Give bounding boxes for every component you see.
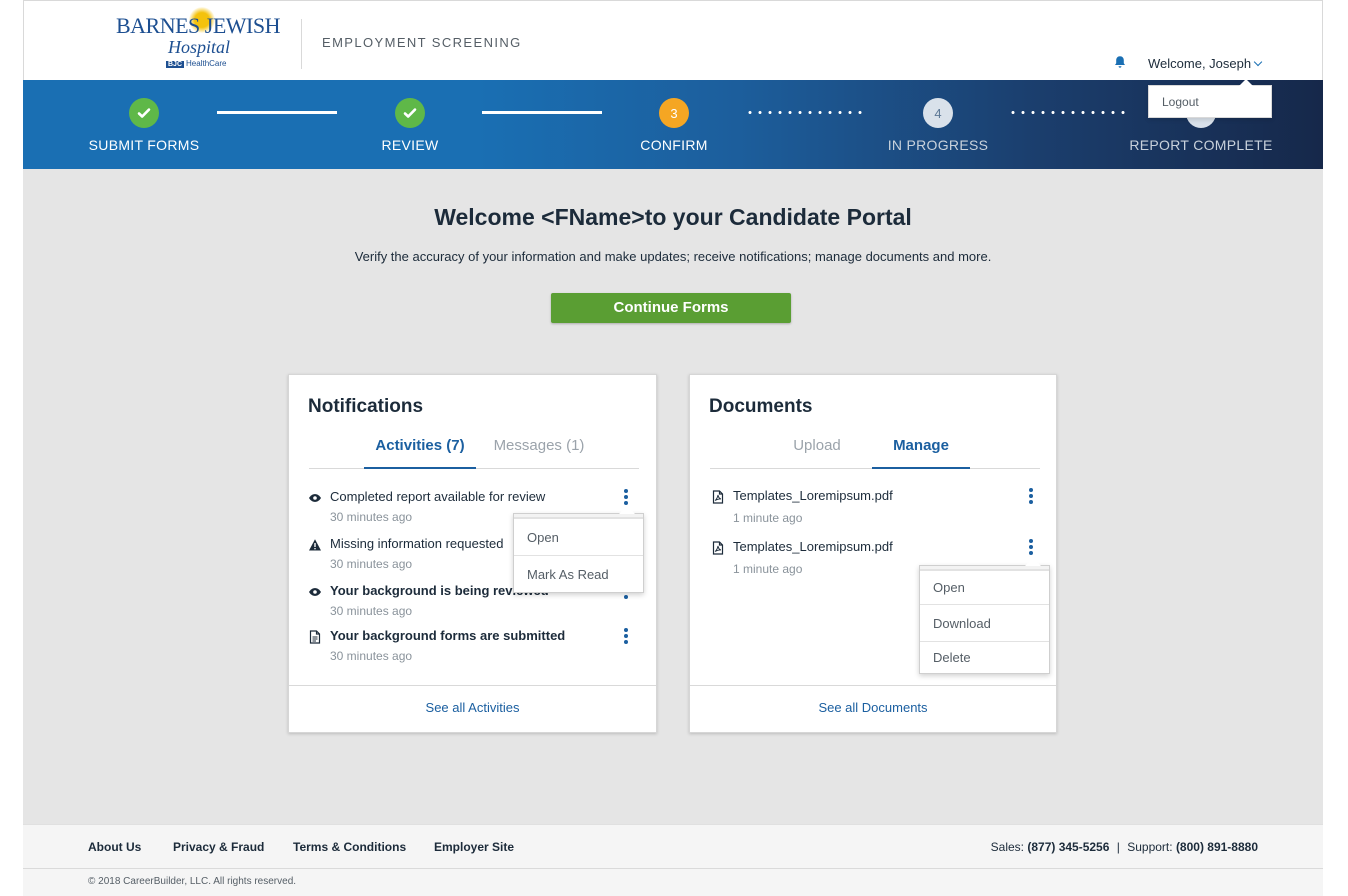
logo-bjc: BJC <box>166 61 185 68</box>
documents-card: Documents Upload Manage Templates_Loremi… <box>689 374 1057 733</box>
document-time: 1 minute ago <box>733 562 803 576</box>
notifications-tabs: Activities (7) Messages (1) <box>309 433 639 469</box>
activity-time: 30 minutes ago <box>330 510 413 524</box>
logo-healthcare: HealthCare <box>186 59 227 68</box>
activity-time: 30 minutes ago <box>330 604 413 618</box>
logo-tag: BJC HealthCare <box>166 59 226 68</box>
continue-forms-button[interactable]: Continue Forms <box>551 293 791 323</box>
step-connector <box>1008 111 1128 114</box>
see-all-activities-link[interactable]: See all Activities <box>289 685 656 732</box>
pdf-icon <box>712 541 724 555</box>
step-connector <box>745 111 865 114</box>
step-number: 4 <box>923 98 953 128</box>
user-dropdown: Logout <box>1148 79 1272 118</box>
more-vertical-icon[interactable] <box>622 628 630 646</box>
footer: About Us Privacy & Fraud Terms & Conditi… <box>23 824 1323 896</box>
eye-icon <box>309 588 321 596</box>
header-title: EMPLOYMENT SCREENING <box>322 35 522 50</box>
pdf-icon <box>712 490 724 504</box>
step-label: CONFIRM <box>640 137 708 153</box>
document-name: Templates_Loremipsum.pdf <box>733 488 893 503</box>
step-connector <box>217 111 337 114</box>
support-phone: (800) 891-8880 <box>1175 840 1258 854</box>
page-subtitle: Verify the accuracy of your information … <box>354 249 992 264</box>
logo-name: BARNES JEWISH <box>116 13 281 38</box>
menu-item-mark-as-read[interactable]: Mark As Read <box>514 555 643 592</box>
more-vertical-icon[interactable] <box>1027 488 1035 506</box>
chevron-down-icon <box>1253 57 1263 67</box>
welcome-text: Welcome, Joseph <box>1148 56 1252 71</box>
menu-item-open[interactable]: Open <box>920 570 1049 604</box>
more-vertical-icon[interactable] <box>1027 539 1035 557</box>
eye-icon <box>309 494 321 502</box>
activity-context-menu: Open Mark As Read <box>513 506 644 593</box>
menu-item-open[interactable]: Open <box>514 518 643 555</box>
documents-title: Documents <box>709 396 813 417</box>
activity-text: Missing information requested <box>330 536 504 551</box>
bell-icon[interactable] <box>1113 55 1127 69</box>
logout-button[interactable]: Logout <box>1149 86 1271 118</box>
warning-icon <box>309 539 321 551</box>
document-context-menu: Open Download Delete <box>919 558 1050 674</box>
step-review: REVIEW <box>320 98 500 153</box>
document-row[interactable]: Templates_Loremipsum.pdf 1 minute ago <box>711 488 1041 532</box>
step-confirm: 3 CONFIRM <box>584 98 764 153</box>
step-label: IN PROGRESS <box>887 137 989 153</box>
menu-item-delete[interactable]: Delete <box>920 641 1049 673</box>
progress-tracker: SUBMIT FORMS REVIEW 3 CONFIRM 4 IN PROGR… <box>23 80 1323 169</box>
footer-contact: Sales: (877) 345-5256 | Support: (800) 8… <box>991 840 1258 854</box>
footer-link-privacy-fraud[interactable]: Privacy & Fraud <box>173 840 264 854</box>
contact-separator: | <box>1116 840 1120 854</box>
header: BARNES JEWISH Hospital BJC HealthCare EMP… <box>23 0 1323 80</box>
document-icon <box>309 630 321 644</box>
list-item[interactable]: Your background forms are submitted 30 m… <box>308 628 638 672</box>
see-all-documents-link[interactable]: See all Documents <box>690 685 1056 732</box>
menu-item-download[interactable]: Download <box>920 604 1049 641</box>
sales-label: Sales: <box>990 840 1024 854</box>
activity-time: 30 minutes ago <box>330 557 413 571</box>
step-label: REPORT COMPLETE <box>1129 137 1273 153</box>
notifications-card: Notifications Activities (7) Messages (1… <box>288 374 657 733</box>
main-content: Welcome <FName>to your Candidate Portal … <box>23 169 1323 824</box>
footer-link-about-us[interactable]: About Us <box>88 840 141 854</box>
activity-time: 30 minutes ago <box>330 649 413 663</box>
page-title: Welcome <FName>to your Candidate Portal <box>434 204 912 230</box>
check-icon <box>395 98 425 128</box>
more-vertical-icon[interactable] <box>622 489 630 507</box>
tab-messages[interactable]: Messages (1) <box>489 437 589 469</box>
footer-divider <box>23 868 1323 869</box>
user-menu-toggle[interactable]: Welcome, Joseph <box>1148 56 1263 71</box>
activity-text: Your background forms are submitted <box>330 628 566 643</box>
logo[interactable]: BARNES JEWISH Hospital BJC HealthCare <box>116 7 281 71</box>
page-frame: BARNES JEWISH Hospital BJC HealthCare EMP… <box>23 0 1323 896</box>
tab-manage[interactable]: Manage <box>872 437 970 469</box>
step-in-progress: 4 IN PROGRESS <box>848 98 1028 153</box>
sales-phone: (877) 345-5256 <box>1027 840 1110 854</box>
footer-link-employer-site[interactable]: Employer Site <box>434 840 514 854</box>
notifications-title: Notifications <box>308 396 424 417</box>
step-label: REVIEW <box>381 137 439 153</box>
copyright: © 2018 CareerBuilder, LLC. All rights re… <box>88 876 297 887</box>
documents-tabs: Upload Manage <box>710 433 1040 469</box>
header-divider <box>301 19 302 69</box>
step-number: 3 <box>659 98 689 128</box>
check-icon <box>129 98 159 128</box>
activity-text: Completed report available for review <box>330 489 546 504</box>
document-name: Templates_Loremipsum.pdf <box>733 539 893 554</box>
logo-sub: Hospital <box>168 37 231 57</box>
tab-activities[interactable]: Activities (7) <box>364 437 476 469</box>
tab-upload[interactable]: Upload <box>770 437 864 469</box>
step-submit-forms: SUBMIT FORMS <box>54 98 234 153</box>
step-label: SUBMIT FORMS <box>88 137 200 153</box>
support-label: Support: <box>1127 840 1173 854</box>
document-time: 1 minute ago <box>733 511 803 525</box>
footer-link-terms[interactable]: Terms & Conditions <box>293 840 406 854</box>
